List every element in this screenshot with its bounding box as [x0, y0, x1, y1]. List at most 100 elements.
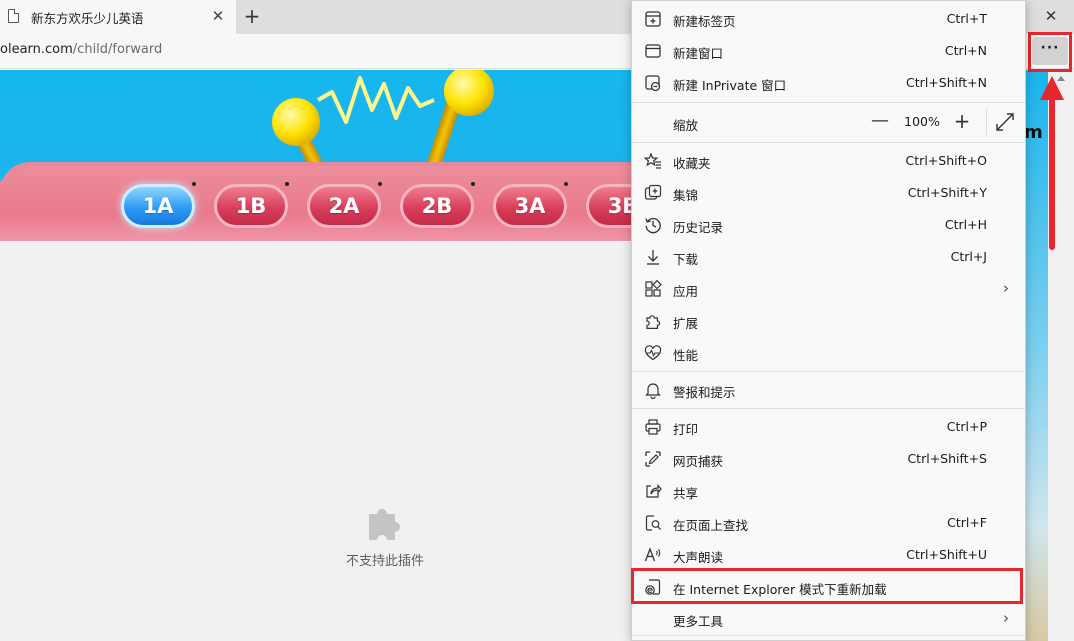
read-aloud-icon — [644, 547, 661, 562]
window-close-button[interactable]: ✕ — [1038, 4, 1064, 28]
menu-item-shortcut: Ctrl+F — [947, 515, 987, 530]
performance-icon — [644, 345, 662, 361]
level-banner: 1A 1B 2A 2B 3A 3B — [0, 70, 640, 241]
menu-item-find[interactable]: 在页面上查找 Ctrl+F — [632, 507, 1025, 539]
collections-icon — [644, 184, 662, 200]
unsupported-plugin: 不支持此插件 — [330, 500, 440, 569]
menu-item-label: 共享 — [673, 486, 699, 501]
decoration-ball — [444, 70, 494, 116]
zoom-value: 100% — [904, 114, 940, 129]
print-icon — [645, 419, 661, 435]
menu-item-web-capture[interactable]: 网页捕获 Ctrl+Shift+S — [632, 443, 1025, 475]
more-button-highlight — [1028, 32, 1072, 72]
menu-item-shortcut: Ctrl+P — [946, 419, 987, 434]
menu-item-shortcut: Ctrl+Shift+N — [906, 75, 987, 90]
inprivate-icon — [645, 75, 661, 92]
menu-separator — [632, 408, 1025, 409]
level-dot — [192, 182, 196, 186]
level-dot — [285, 182, 289, 186]
menu-item-shortcut: Ctrl+J — [950, 249, 987, 264]
apps-icon — [645, 280, 662, 297]
menu-separator — [632, 635, 1025, 636]
menu-item-label: 警报和提示 — [673, 385, 736, 400]
menu-item-label: 历史记录 — [673, 220, 724, 235]
menu-item-more-tools[interactable]: 更多工具 › — [632, 603, 1025, 635]
puzzle-icon — [369, 509, 400, 540]
menu-item-shortcut: Ctrl+H — [944, 217, 987, 232]
menu-item-performance[interactable]: 性能 — [632, 337, 1025, 369]
tab-title: 新东方欢乐少儿英语 — [31, 11, 144, 26]
menu-item-label: 大声朗读 — [673, 550, 724, 565]
menu-item-shortcut: Ctrl+Shift+Y — [907, 185, 987, 200]
menu-item-label: 网页捕获 — [673, 454, 724, 469]
menu-item-label: 集锦 — [673, 188, 699, 203]
menu-item-history[interactable]: 历史记录 Ctrl+H — [632, 209, 1025, 241]
settings-menu: 新建标签页 Ctrl+T 新建窗口 Ctrl+N 新建 InPrivate 窗口… — [631, 0, 1026, 641]
zoom-row: 缩放 — 100% + — [632, 103, 1025, 141]
menu-item-share[interactable]: 共享 — [632, 475, 1025, 507]
menu-item-label: 更多工具 — [673, 614, 724, 629]
menu-item-new-inprivate[interactable]: 新建 InPrivate 窗口 Ctrl+Shift+N — [632, 67, 1025, 99]
decoration-ball — [272, 98, 320, 146]
level-2b-button[interactable]: 2B — [400, 184, 474, 228]
zoom-in-button[interactable]: + — [950, 109, 974, 133]
menu-item-read-aloud[interactable]: 大声朗读 Ctrl+Shift+U — [632, 539, 1025, 571]
favorites-icon — [644, 152, 661, 169]
web-capture-icon — [645, 451, 661, 467]
menu-item-alerts[interactable]: 警报和提示 — [632, 374, 1025, 406]
page-right-edge — [1026, 70, 1048, 641]
extensions-icon — [646, 315, 661, 329]
menu-separator — [632, 371, 1025, 372]
menu-item-print[interactable]: 打印 Ctrl+P — [632, 411, 1025, 443]
zigzag-decoration — [317, 76, 435, 124]
zoom-divider — [986, 109, 987, 135]
menu-item-shortcut: Ctrl+N — [944, 43, 987, 58]
zoom-out-button[interactable]: — — [868, 109, 892, 133]
page-icon — [8, 9, 19, 23]
history-icon — [645, 218, 661, 234]
menu-item-label: 应用 — [673, 284, 699, 299]
bell-icon — [645, 383, 661, 399]
level-2a-button[interactable]: 2A — [307, 184, 381, 228]
new-tab-button[interactable]: + — [240, 3, 264, 29]
menu-item-label: 在页面上查找 — [673, 518, 749, 533]
new-tab-icon — [645, 11, 661, 27]
arrow-shaft — [1049, 96, 1055, 250]
menu-item-label: 新建标签页 — [673, 14, 736, 29]
zoom-label: 缩放 — [673, 118, 699, 133]
tab-close-icon[interactable]: ✕ — [208, 5, 228, 27]
url-path: /child/forward — [72, 42, 163, 57]
chevron-right-icon: › — [1003, 279, 1009, 297]
download-icon — [647, 250, 659, 265]
chevron-right-icon: › — [1003, 609, 1009, 627]
menu-item-label: 打印 — [673, 422, 699, 437]
plugin-message: 不支持此插件 — [345, 554, 424, 569]
new-window-icon — [645, 44, 661, 58]
menu-item-label: 性能 — [673, 348, 699, 363]
menu-item-extensions[interactable]: 扩展 — [632, 305, 1025, 337]
level-dot — [471, 182, 475, 186]
browser-tab[interactable]: 新东方欢乐少儿英语 ✕ — [0, 0, 236, 34]
menu-item-new-window[interactable]: 新建窗口 Ctrl+N — [632, 35, 1025, 67]
url-host: olearn.com — [0, 42, 73, 57]
menu-item-label: 扩展 — [673, 316, 699, 331]
menu-item-favorites[interactable]: 收藏夹 Ctrl+Shift+O — [632, 145, 1025, 177]
ie-mode-highlight — [631, 568, 1023, 604]
menu-item-shortcut: Ctrl+T — [946, 11, 987, 26]
fullscreen-icon[interactable] — [994, 111, 1016, 133]
level-1a-button[interactable]: 1A — [121, 184, 195, 228]
menu-item-collections[interactable]: 集锦 Ctrl+Shift+Y — [632, 177, 1025, 209]
menu-item-shortcut: Ctrl+Shift+S — [907, 451, 987, 466]
menu-item-downloads[interactable]: 下载 Ctrl+J — [632, 241, 1025, 273]
menu-separator — [632, 142, 1025, 143]
partial-text: m — [1024, 122, 1043, 143]
url-field[interactable]: olearn.com/child/forward — [0, 42, 162, 57]
level-3a-button[interactable]: 3A — [493, 184, 567, 228]
menu-item-new-tab[interactable]: 新建标签页 Ctrl+T — [632, 3, 1025, 35]
menu-item-label: 收藏夹 — [673, 156, 711, 171]
share-icon — [646, 483, 662, 498]
menu-item-apps[interactable]: 应用 › — [632, 273, 1025, 305]
level-dot — [564, 182, 568, 186]
menu-item-shortcut: Ctrl+Shift+U — [906, 547, 987, 562]
level-1b-button[interactable]: 1B — [214, 184, 288, 228]
